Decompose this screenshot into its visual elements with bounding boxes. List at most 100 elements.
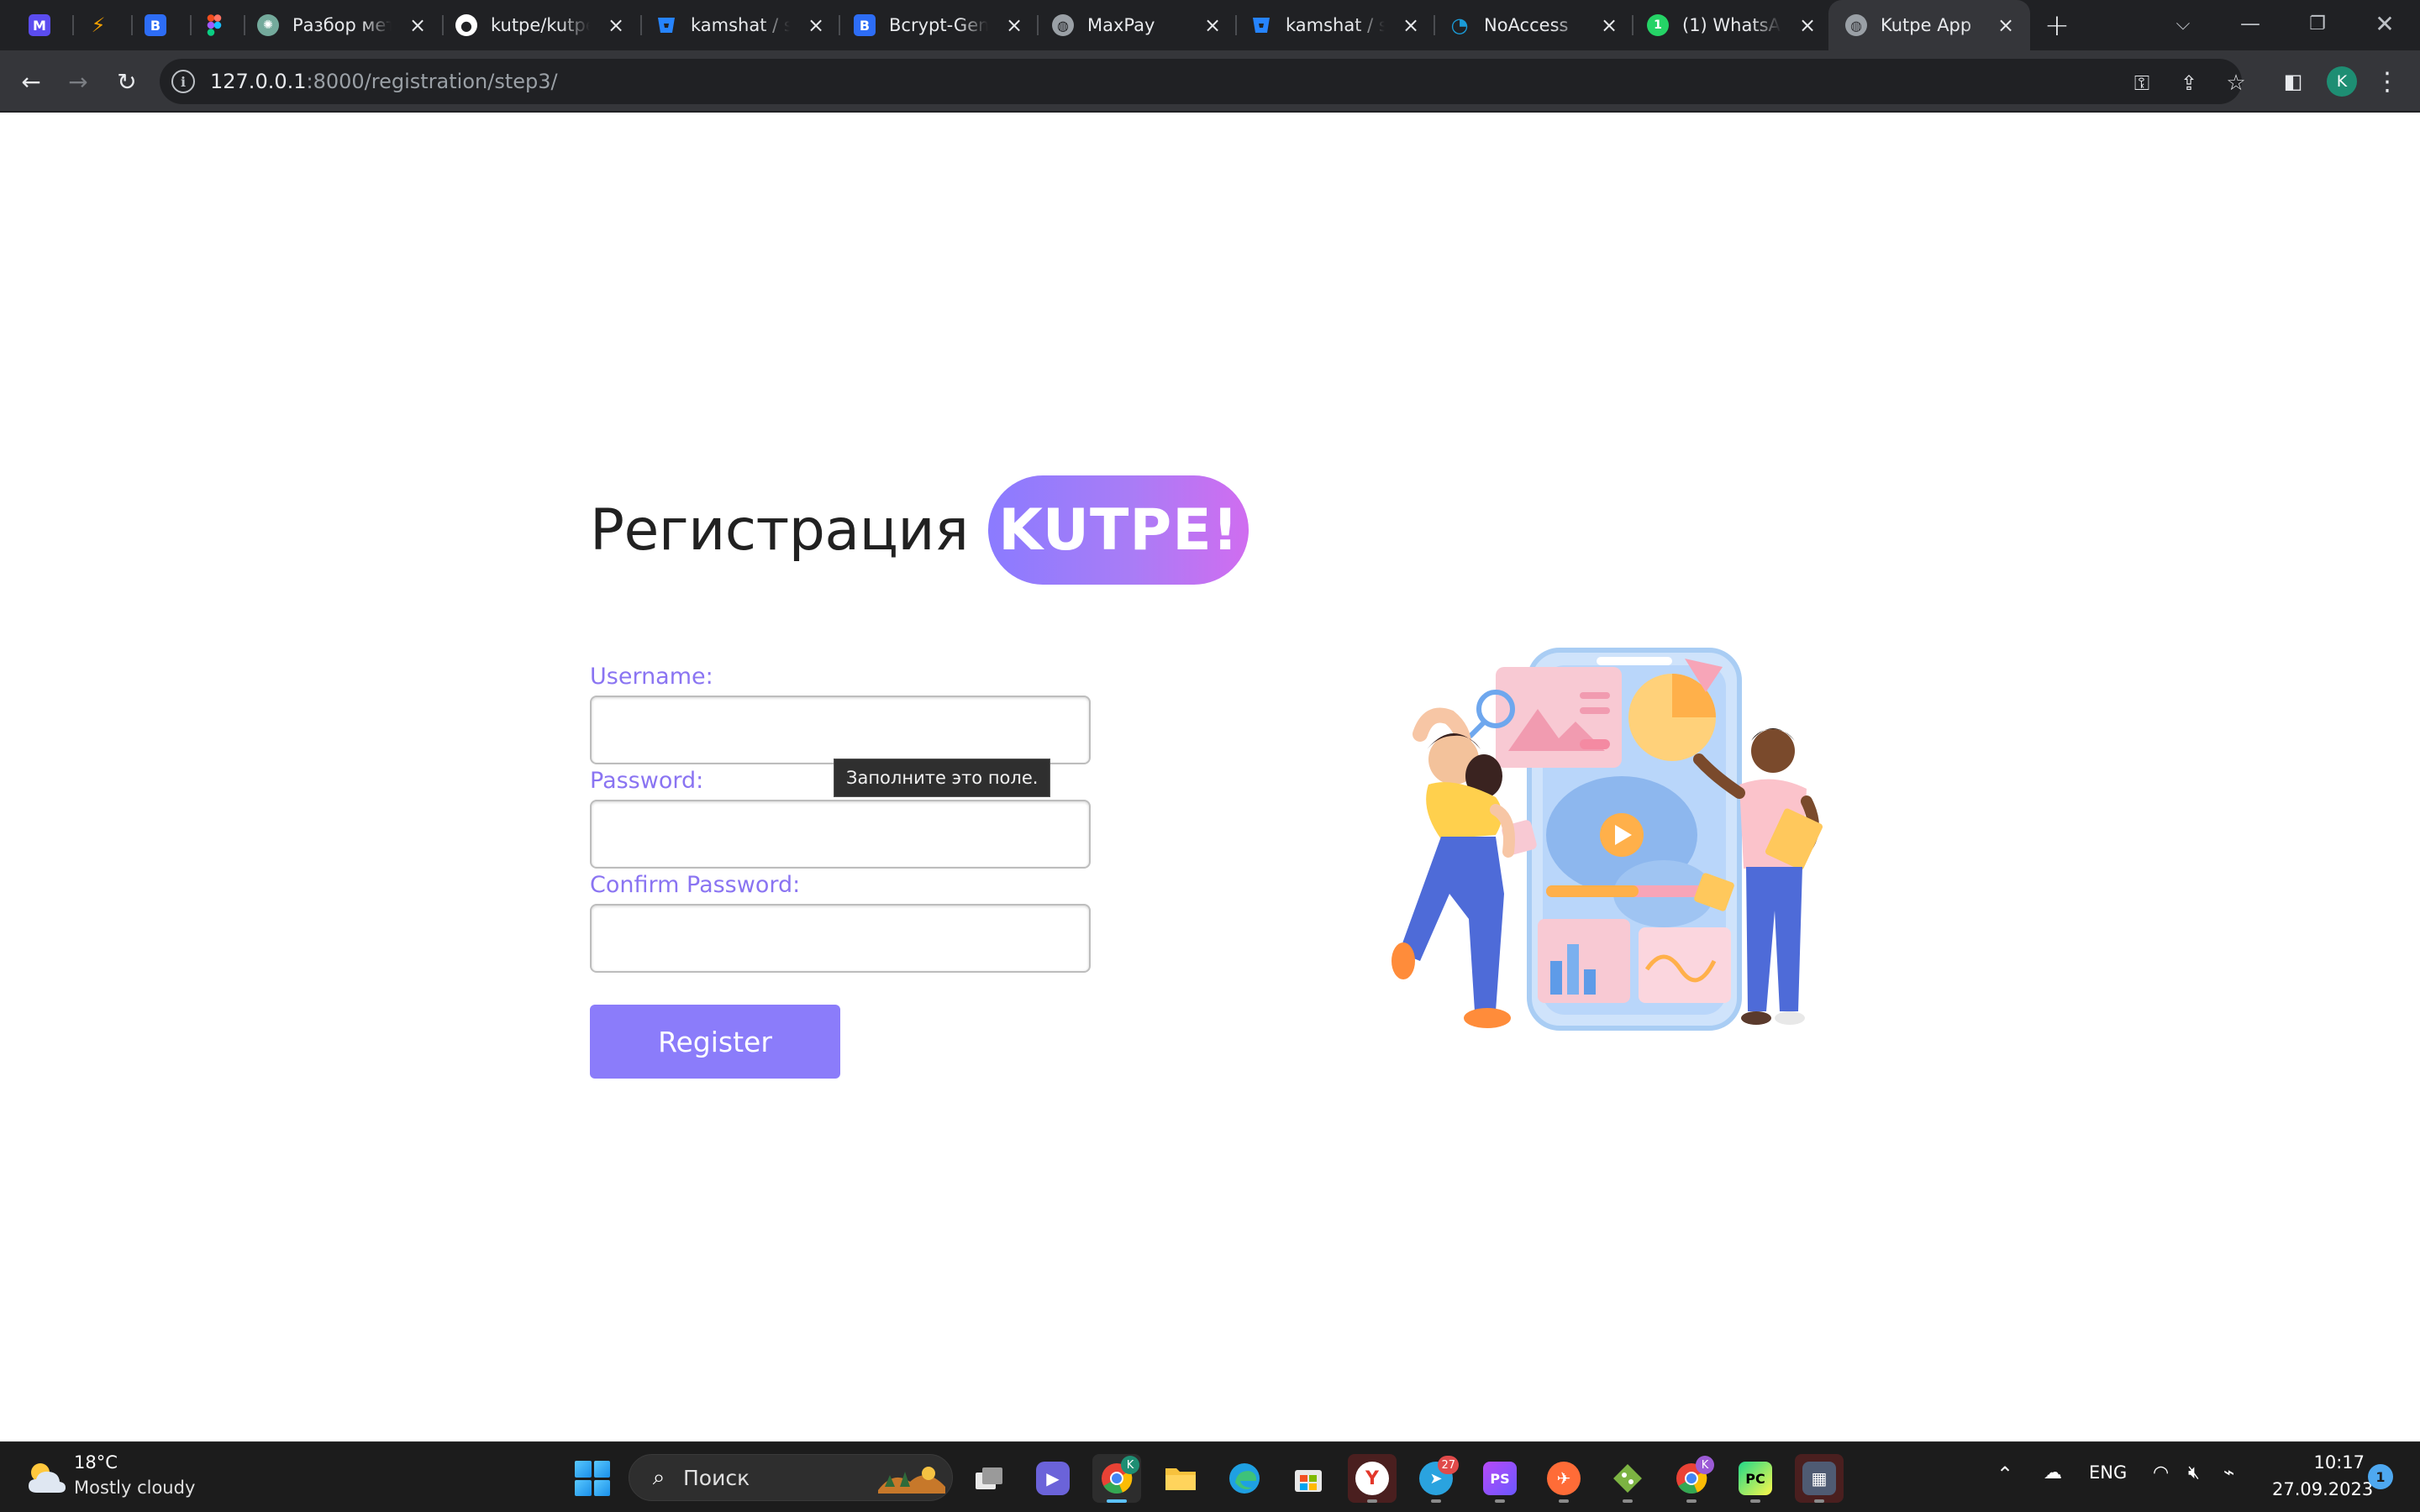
close-icon[interactable]: ×: [407, 13, 429, 37]
taskbar-postman[interactable]: ✈: [1539, 1454, 1588, 1503]
search-highlight-icon: [878, 1467, 945, 1494]
onedrive-error-icon[interactable]: ☁: [2044, 1462, 2062, 1483]
close-icon[interactable]: ×: [1400, 13, 1422, 37]
close-icon[interactable]: ×: [1797, 13, 1818, 37]
chevron-up-icon[interactable]: ⌃: [1996, 1462, 2013, 1486]
browser-toolbar: ← → ↻ i 127.0.0.1:8000/registration/step…: [0, 50, 2420, 113]
tab-pinned-mail[interactable]: M: [29, 0, 66, 50]
tab-title: (1) WhatsAp: [1682, 15, 1781, 35]
username-input[interactable]: [590, 696, 1091, 764]
tab-pinned-b[interactable]: B: [145, 0, 182, 50]
taskbar-pycharm[interactable]: PC: [1731, 1454, 1780, 1503]
username-label: Username:: [590, 664, 713, 690]
close-icon[interactable]: ×: [1003, 13, 1025, 37]
tab-pinned-figma[interactable]: [203, 0, 240, 50]
tab-bitbucket-1[interactable]: kamshat / ss ×: [655, 0, 840, 50]
git-icon: [1611, 1462, 1644, 1495]
taskbar-git[interactable]: [1603, 1454, 1652, 1503]
taskbar-yandex[interactable]: Y: [1348, 1454, 1397, 1503]
close-icon[interactable]: ×: [1202, 13, 1223, 37]
chrome-profile-badge: K: [1121, 1456, 1139, 1474]
tab-maxpay[interactable]: ◍ MaxPay ×: [1052, 0, 1237, 50]
close-icon[interactable]: ×: [805, 13, 827, 37]
heading-text: Регистрация: [590, 496, 969, 564]
search-placeholder: Поиск: [683, 1466, 750, 1490]
forward-button[interactable]: →: [60, 64, 96, 99]
tab-whatsapp[interactable]: 1 (1) WhatsAp ×: [1647, 0, 1832, 50]
taskbar-search[interactable]: ⌕ Поиск: [629, 1454, 953, 1501]
menu-kebab-icon[interactable]: ⋮: [2370, 64, 2405, 99]
reload-button[interactable]: ↻: [109, 64, 145, 99]
folder-icon: [1164, 1462, 1197, 1495]
tab-title: kamshat / ss: [691, 15, 790, 35]
taskbar-meet[interactable]: ▶: [1028, 1454, 1077, 1503]
taskbar-task-view[interactable]: [965, 1454, 1013, 1503]
close-window-button[interactable]: ✕: [2351, 0, 2418, 47]
restore-button[interactable]: ❐: [2284, 0, 2351, 47]
address-bar[interactable]: i 127.0.0.1:8000/registration/step3/ ⚿ ⇪…: [160, 59, 2246, 104]
share-icon[interactable]: ⇪: [2176, 71, 2202, 96]
bookmark-star-icon[interactable]: ☆: [2223, 71, 2249, 96]
tab-noaccess[interactable]: ◔ NoAccess ×: [1449, 0, 1634, 50]
taskbar-edge[interactable]: [1220, 1454, 1269, 1503]
url-text[interactable]: 127.0.0.1:8000/registration/step3/: [210, 70, 558, 93]
globe-icon: ◍: [1845, 14, 1867, 36]
tab-separator: [1434, 15, 1435, 35]
tab-search-button[interactable]: ⌵: [2149, 0, 2217, 47]
close-icon[interactable]: ×: [1598, 13, 1620, 37]
notification-badge[interactable]: 1: [2368, 1464, 2393, 1489]
calculator-icon: ▦: [1802, 1462, 1836, 1495]
tab-title: NoAccess: [1484, 15, 1569, 35]
tab-separator: [1235, 15, 1237, 35]
pycharm-icon: PC: [1739, 1462, 1772, 1495]
taskbar-chrome-profile2[interactable]: K: [1667, 1454, 1716, 1503]
avatar[interactable]: K: [2327, 66, 2357, 97]
taskbar-calculator[interactable]: ▦: [1795, 1454, 1844, 1503]
running-indicator: [1623, 1499, 1633, 1503]
close-icon[interactable]: ×: [605, 13, 627, 37]
tab-github-kutpe[interactable]: ● kutpe/kutpe ×: [455, 0, 640, 50]
weather-description[interactable]: Mostly cloudy: [74, 1478, 195, 1498]
clock-date[interactable]: 27.09.2023: [2272, 1479, 2373, 1499]
url-path: :8000/registration/step3/: [306, 70, 558, 93]
input-language[interactable]: ENG: [2089, 1462, 2127, 1483]
store-icon: [1292, 1462, 1325, 1495]
tab-kutpe-app[interactable]: ◍ Kutpe App ×: [1828, 0, 2030, 50]
tab-bcrypt[interactable]: B Bcrypt-Gene ×: [854, 0, 1039, 50]
tab-razbor[interactable]: ✺ Разбор мето ×: [257, 0, 442, 50]
battery-icon[interactable]: ⌁: [2223, 1462, 2234, 1483]
bolt-icon: ⚡: [91, 13, 106, 37]
key-icon[interactable]: ⚿: [2129, 71, 2154, 96]
taskbar-chrome[interactable]: K: [1092, 1454, 1141, 1503]
tab-title: Разбор мето: [292, 15, 392, 35]
page-content: Регистрация KUTPE! Username: Password: C…: [0, 113, 2420, 1441]
minimize-button[interactable]: —: [2217, 0, 2284, 47]
running-indicator: [1750, 1499, 1760, 1503]
chatgpt-icon: ✺: [257, 14, 279, 36]
taskbar-telegram[interactable]: ➤ 27: [1412, 1454, 1460, 1503]
taskbar-phpstorm[interactable]: PS: [1476, 1454, 1524, 1503]
taskbar-store[interactable]: [1284, 1454, 1333, 1503]
password-input[interactable]: [590, 800, 1091, 869]
running-indicator: [1367, 1499, 1377, 1503]
confirm-password-input[interactable]: [590, 904, 1091, 973]
register-button[interactable]: Register: [590, 1005, 840, 1079]
close-icon[interactable]: ×: [1995, 13, 2017, 37]
new-tab-button[interactable]: +: [2040, 8, 2074, 43]
start-button[interactable]: [575, 1461, 610, 1496]
phpstorm-icon: PS: [1483, 1462, 1517, 1495]
volume-muted-icon[interactable]: 🔇︎: [2188, 1462, 2200, 1483]
wifi-icon[interactable]: ◠: [2153, 1462, 2169, 1483]
tab-pinned-bolt[interactable]: ⚡: [87, 0, 124, 50]
brand-logo: KUTPE!: [988, 475, 1249, 585]
back-button[interactable]: ←: [13, 64, 49, 99]
weather-temperature[interactable]: 18°C: [74, 1452, 118, 1473]
site-info-icon[interactable]: i: [171, 70, 195, 93]
tab-bitbucket-2[interactable]: kamshat / ss ×: [1250, 0, 1435, 50]
tab-separator: [131, 15, 133, 35]
clock-time[interactable]: 10:17: [2272, 1452, 2365, 1473]
taskbar-file-explorer[interactable]: [1156, 1454, 1205, 1503]
side-panel-icon[interactable]: ◧: [2275, 64, 2311, 99]
windows-logo-quad: [575, 1479, 592, 1496]
b-letter-icon: B: [854, 14, 876, 36]
